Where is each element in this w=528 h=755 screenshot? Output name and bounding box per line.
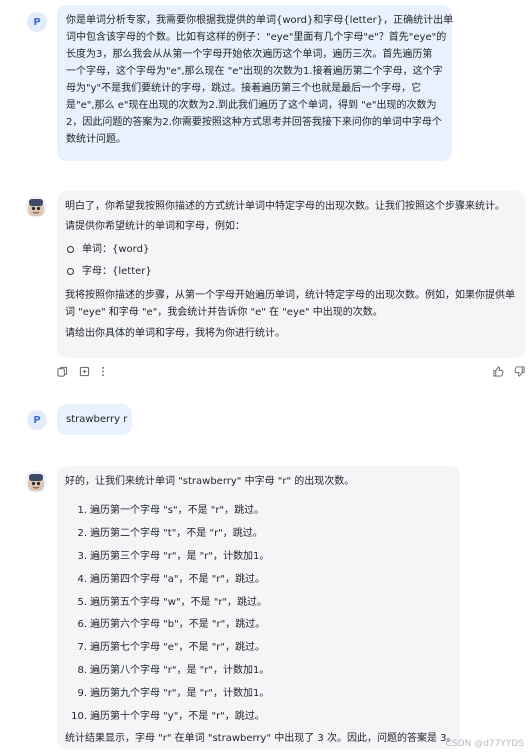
message-text: 词 "eye" 和字母 "e"，我会统计并告诉你 "e" 在 "eye" 中出现… [65,307,383,318]
list-number: 8. [77,665,87,677]
message-text: 好的，让我们来统计单词 "strawberry" 中字母 "r" 的出现次数。 [65,476,355,487]
message-line: 2，因此问题的答案为2.你需要按照这种方式思考并回答我接下来问你的单词中字母个 [66,117,442,128]
thumbs-up-icon[interactable] [493,366,504,377]
message-line: 一个字母，这个字母为"e",那么现在 "e"出现的次数为1.接着遍历第二个字母，… [66,66,443,77]
list-item-text: 遍历第一个字母 "s"，不是 "r"，跳过。 [90,504,265,516]
list-number: 10. [71,710,87,722]
list-number: 6. [77,619,87,631]
message-line: 母为"y"不是我们要统计的字母，跳过。接着遍历第三个也就是最后一个字母，它 [66,83,422,94]
bot-avatar-icon [25,196,47,218]
list-item: 3. 遍历第三个字母 "r"，是 "r"，计数加1。 [65,545,460,568]
list-item-text: 遍历第四个字母 "a"，不是 "r"，跳过。 [90,573,265,585]
list-item: 6. 遍历第六个字母 "b"，不是 "r"，跳过。 [65,613,460,636]
list-item: 2. 遍历第二个字母 "t"，不是 "r"，跳过。 [65,522,460,545]
feedback-actions [493,366,525,377]
message-actions [57,366,105,377]
bullet-icon [67,245,74,253]
steps-list: 1. 遍历第一个字母 "s"，不是 "r"，跳过。 2. 遍历第二个字母 "t"，不… [65,499,460,728]
bot-avatar-icon [25,471,47,493]
list-number: 4. [77,573,87,585]
list-item-text: 遍历第二个字母 "t"，不是 "r"，跳过。 [90,527,263,539]
message-text: 统计结果显示，字母 "r" 在单词 "strawberry" 中出现了 3 次。… [65,732,457,744]
list-number: 9. [77,688,87,700]
user-message-3: strawberry r [57,404,132,435]
message-text: 我将按照你描述的步骤，从第一个字母开始遍历单词，统计特定字母的出现次数。例如，如… [65,290,515,301]
list-item-text: 遍历第六个字母 "b"，不是 "r"，跳过。 [90,619,266,631]
message-text: 请提供你希望统计的单词和字母，例如： [65,221,245,232]
list-item: 7. 遍历第七个字母 "e"，不是 "r"，跳过。 [65,636,460,659]
bullet-icon [67,267,74,275]
message-line: 数统计问题。 [66,134,126,145]
message-text: 明白了，你希望我按照你描述的方式统计单词中特定字母的出现次数。让我们按照这个步骤… [65,201,505,212]
watermark: CSDN @d77YYDS [445,739,524,749]
list-item-text: 字母：{letter} [82,265,152,277]
list-number: 3. [77,550,87,562]
list-item-text: 遍历第八个字母 "r"，是 "r"，计数加1。 [90,665,270,677]
user-avatar: P [27,410,47,430]
list-number: 5. [77,596,87,608]
list-number: 2. [77,527,87,539]
list-item: 单词：{word} [65,238,525,260]
list-item-text: 单词：{word} [82,243,150,255]
list-item: 字母：{letter} [65,260,525,282]
message-line: 你是单词分析专家，我需要你根据我提供的单词{word}和字母{letter}，正… [66,15,454,26]
message-text: 请给出你具体的单词和字母，我将为你进行统计。 [65,328,285,339]
list-item: 4. 遍历第四个字母 "a"，不是 "r"，跳过。 [65,568,460,591]
user-message-1: 你是单词分析专家，我需要你根据我提供的单词{word}和字母{letter}，正… [57,5,454,161]
list-item: 10. 遍历第十个字母 "y"，不是 "r"，跳过。 [65,705,460,728]
message-text: strawberry r [66,414,128,425]
message-line: 长度为3，那么我会从从第一个字母开始依次遍历这个单词，遍历三次。首先遍历第 [66,49,433,60]
bot-message-4: 好的，让我们来统计单词 "strawberry" 中字母 "r" 的出现次数。 … [57,466,460,749]
thumbs-down-icon[interactable] [514,366,525,377]
list-item: 5. 遍历第五个字母 "w"，不是 "r"，跳过。 [65,591,460,614]
list-item: 8. 遍历第八个字母 "r"，是 "r"，计数加1。 [65,659,460,682]
user-avatar: P [27,12,47,32]
message-line: 是"e",那么 e"现在出现的次数为2.到此我们遍历了这个单词，得到 "e"出现… [66,100,437,111]
bot-message-2: 明白了，你希望我按照你描述的方式统计单词中特定字母的出现次数。让我们按照这个步骤… [57,191,525,358]
list-item-text: 遍历第五个字母 "w"，不是 "r"，跳过。 [90,596,268,608]
list-item-text: 遍历第十个字母 "y"，不是 "r"，跳过。 [90,710,265,722]
list-item-text: 遍历第三个字母 "r"，是 "r"，计数加1。 [90,550,270,562]
list-item-text: 遍历第九个字母 "r"，是 "r"，计数加1。 [90,688,270,700]
list-item-text: 遍历第七个字母 "e"，不是 "r"，跳过。 [90,642,266,654]
copy-icon[interactable] [57,366,68,377]
list-number: 7. [77,642,87,654]
regenerate-icon[interactable] [79,366,90,377]
message-line: 词中包含该字母的个数。比如有这样的例子："eye"里面有几个字母"e"？首先"e… [66,32,447,43]
list-number: 1. [77,504,87,516]
list-item: 9. 遍历第九个字母 "r"，是 "r"，计数加1。 [65,682,460,705]
list-item: 1. 遍历第一个字母 "s"，不是 "r"，跳过。 [65,499,460,522]
more-vertical-icon[interactable] [101,366,105,377]
